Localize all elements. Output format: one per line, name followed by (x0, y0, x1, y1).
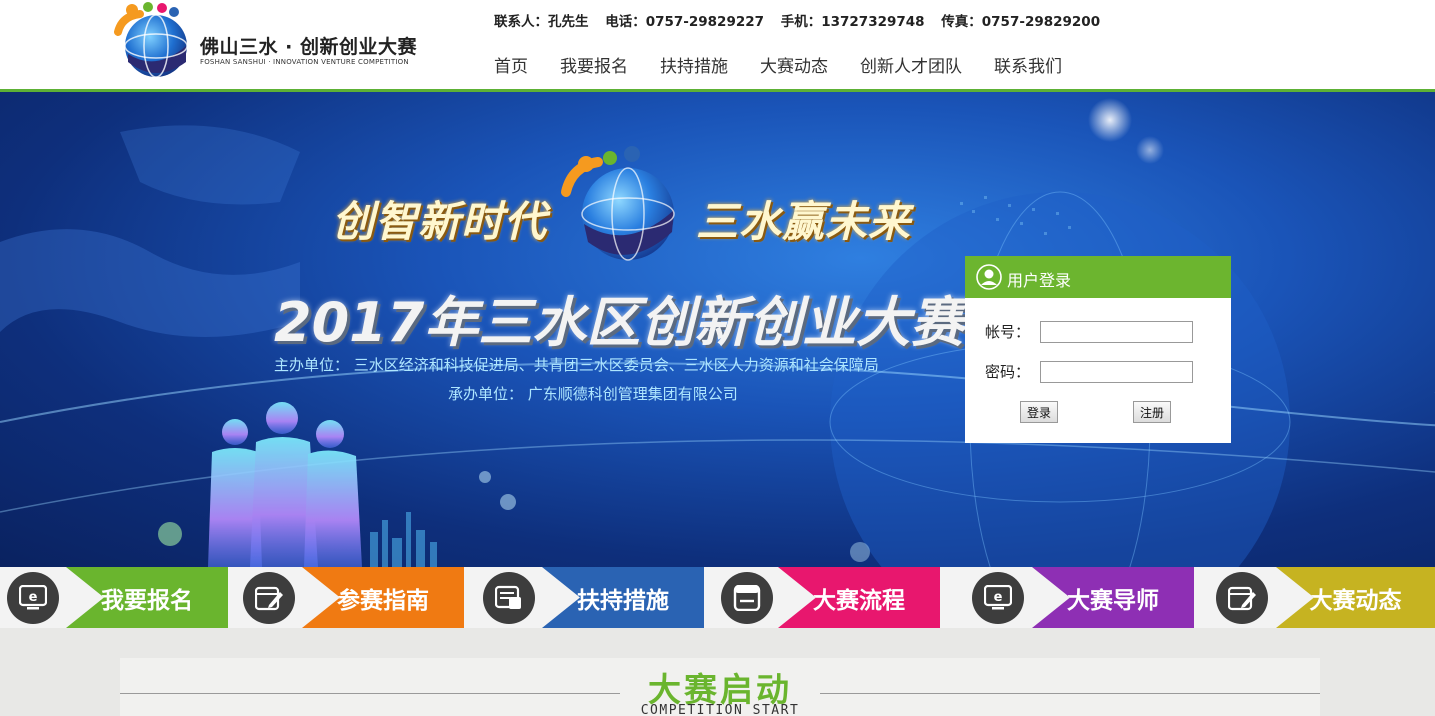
edit-note-icon (1216, 572, 1268, 624)
browser-window-icon (721, 572, 773, 624)
site-logo[interactable]: 佛山三水 · 创新创业大赛 FOSHAN SANSHUI · INNOVATIO… (112, 2, 442, 82)
quick-link-guide[interactable]: 参赛指南 (240, 567, 466, 628)
competition-start-section: 大赛启动 COMPETITION START (0, 628, 1435, 716)
nav-home[interactable]: 首页 (494, 52, 528, 77)
account-input[interactable] (1040, 321, 1193, 343)
hero-banner: 创智新时代 三水赢未来 2017年三水区创新创业大赛 主办单位： 三水区经济和科… (0, 92, 1435, 567)
banner-slogan-right: 三水赢未来 (696, 197, 912, 246)
quick-link-label: 参赛指南 (302, 567, 464, 628)
password-input[interactable] (1040, 361, 1193, 383)
quick-link-label: 大赛流程 (778, 567, 940, 628)
globe-logo-icon (114, 2, 188, 78)
svg-text:e: e (994, 590, 1003, 605)
quick-link-label: 大赛动态 (1276, 567, 1435, 628)
nav-news[interactable]: 大赛动态 (760, 52, 828, 77)
login-header: 用户登录 (965, 256, 1231, 298)
section-rule-left (120, 693, 620, 694)
quick-links-bar: e 我要报名 参赛指南 扶持措施 大赛流程 e 大赛导师 大赛动态 (0, 567, 1435, 628)
nav-talent-team[interactable]: 创新人才团队 (860, 52, 962, 77)
contact-mobile: 手机：13727329748 (780, 14, 925, 30)
quick-link-news[interactable]: 大赛动态 (1212, 567, 1435, 628)
logo-title: 佛山三水 · 创新创业大赛 (200, 36, 417, 58)
login-panel: 用户登录 帐号： 密码： 登录 注册 (965, 256, 1231, 443)
contact-info: 联系人：孔先生 电话：0757-29829227 手机：13727329748 … (494, 10, 1112, 30)
section-rule-right (820, 693, 1320, 694)
nav-contact[interactable]: 联系我们 (994, 52, 1062, 77)
contact-fax: 传真：0757-29829200 (941, 14, 1101, 30)
quick-link-support[interactable]: 扶持措施 (480, 567, 706, 628)
edit-note-icon (243, 572, 295, 624)
nav-register[interactable]: 我要报名 (560, 52, 628, 77)
main-nav: 首页 我要报名 扶持措施 大赛动态 创新人才团队 联系我们 (494, 52, 1094, 77)
banner-organizer: 主办单位： 三水区经济和科技促进局、共青团三水区委员会、三水区人力资源和社会保障… (274, 356, 879, 374)
login-button[interactable]: 登录 (1020, 401, 1059, 423)
e-screen-icon: e (7, 572, 59, 624)
quick-link-label: 扶持措施 (542, 567, 704, 628)
quick-link-register[interactable]: e 我要报名 (0, 567, 230, 628)
logo-subtitle: FOSHAN SANSHUI · INNOVATION VENTURE COMP… (200, 58, 409, 66)
register-button[interactable]: 注册 (1133, 401, 1172, 423)
svg-text:e: e (29, 590, 38, 605)
quick-link-mentor[interactable]: e 大赛导师 (968, 567, 1196, 628)
e-screen-icon: e (972, 572, 1024, 624)
quick-link-label: 我要报名 (66, 567, 228, 628)
section-subtitle: COMPETITION START (640, 703, 800, 716)
banner-co-organizer: 承办单位： 广东顺德科创管理集团有限公司 (448, 385, 738, 403)
contact-phone: 电话：0757-29829227 (605, 14, 765, 30)
user-avatar-icon (976, 264, 1002, 290)
quick-link-label: 大赛导师 (1032, 567, 1194, 628)
quick-link-process[interactable]: 大赛流程 (718, 567, 942, 628)
login-title: 用户登录 (1007, 271, 1072, 290)
banner-title: 2017年三水区创新创业大赛 (274, 291, 965, 354)
site-header: 佛山三水 · 创新创业大赛 FOSHAN SANSHUI · INNOVATIO… (0, 0, 1435, 90)
document-icon (483, 572, 535, 624)
account-label: 帐号： (985, 323, 1031, 341)
password-label: 密码： (985, 363, 1031, 381)
contact-person: 联系人：孔先生 (494, 14, 589, 30)
banner-slogan-left: 创智新时代 (332, 197, 548, 246)
nav-support[interactable]: 扶持措施 (660, 52, 728, 77)
